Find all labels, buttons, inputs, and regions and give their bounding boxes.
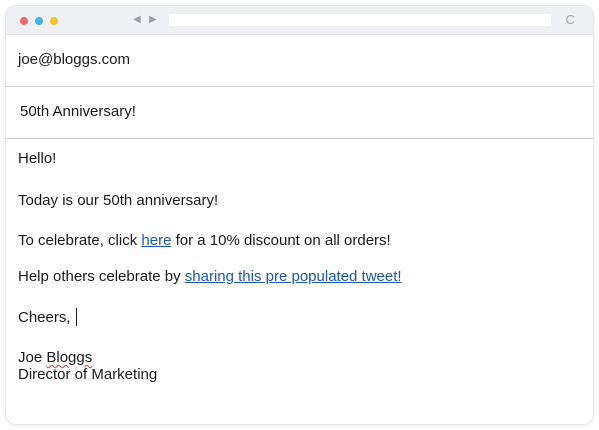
signoff-line[interactable]: Cheers,	[18, 308, 581, 327]
forward-arrow-icon[interactable]: ▶	[149, 14, 157, 26]
reload-icon[interactable]: C	[566, 12, 575, 28]
share-line: Help others celebrate by sharing this pr…	[18, 268, 581, 286]
share-prefix: Help others celebrate by	[18, 268, 185, 285]
subject-field[interactable]: 50th Anniversary!	[6, 103, 593, 121]
to-field[interactable]: joe@bloggs.com	[6, 51, 593, 69]
anniversary-line: Today is our 50th anniversary!	[18, 192, 219, 209]
text-cursor	[75, 308, 77, 326]
back-arrow-icon[interactable]: ◀	[133, 14, 141, 26]
discount-link[interactable]: here	[141, 232, 171, 249]
signature-last-name: Bloggs	[46, 349, 93, 366]
close-window-dot[interactable]	[20, 17, 28, 25]
signature-first-name: Joe	[18, 349, 47, 366]
maximize-window-dot[interactable]	[50, 17, 58, 25]
signature-name: Joe Bloggs	[18, 349, 581, 367]
greeting-line: Hello!	[18, 150, 57, 167]
address-bar[interactable]	[169, 14, 551, 26]
subject-divider	[6, 138, 593, 139]
share-tweet-link[interactable]: sharing this pre populated tweet!	[185, 268, 402, 285]
browser-titlebar: ◀ ▶ C	[6, 6, 593, 35]
signature-title: Director of Marketing	[18, 366, 158, 383]
browser-window: ◀ ▶ C joe@bloggs.com 50th Anniversary! H…	[6, 6, 593, 424]
celebrate-prefix: To celebrate, click	[18, 232, 142, 249]
celebrate-suffix: for a 10% discount on all orders!	[171, 232, 391, 249]
celebrate-line: To celebrate, click here for a 10% disco…	[18, 232, 581, 250]
minimize-window-dot[interactable]	[35, 17, 43, 25]
to-divider	[6, 86, 593, 87]
signoff-text: Cheers,	[18, 309, 71, 326]
